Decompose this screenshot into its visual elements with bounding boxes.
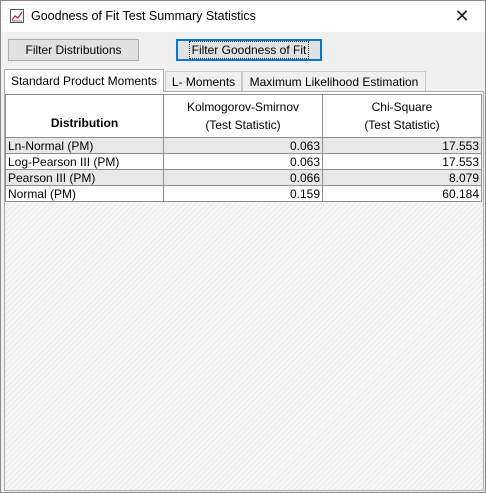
column-header-label: Distribution — [50, 116, 119, 130]
cell-ks-statistic: 0.063 — [163, 137, 323, 154]
column-header-label: Chi-Square — [371, 100, 433, 114]
tab-panel: Distribution Kolmogorov-Smirnov (Test St… — [4, 91, 484, 491]
column-header-label: Kolmogorov-Smirnov — [186, 100, 300, 114]
filter-distributions-label: Filter Distributions — [25, 43, 122, 57]
table-row[interactable]: Pearson III (PM) 0.066 8.079 — [5, 169, 482, 186]
filter-distributions-button[interactable]: Filter Distributions — [8, 39, 139, 61]
cell-chi-square-statistic: 17.553 — [322, 137, 482, 154]
table-viewport[interactable]: Distribution Kolmogorov-Smirnov (Test St… — [5, 94, 483, 490]
cell-distribution: Ln-Normal (PM) — [5, 137, 164, 154]
window-title: Goodness of Fit Test Summary Statistics — [31, 9, 256, 23]
table-row[interactable]: Log-Pearson III (PM) 0.063 17.553 — [5, 153, 482, 170]
filter-goodness-of-fit-button[interactable]: Filter Goodness of Fit — [176, 39, 322, 61]
column-header-distribution[interactable]: Distribution — [5, 94, 164, 138]
column-header-kolmogorov-smirnov[interactable]: Kolmogorov-Smirnov (Test Statistic) — [163, 94, 323, 138]
cell-ks-statistic: 0.066 — [163, 169, 323, 186]
column-header-chi-square[interactable]: Chi-Square (Test Statistic) — [322, 94, 482, 138]
column-header-sublabel: (Test Statistic) — [364, 118, 440, 132]
cell-ks-statistic: 0.063 — [163, 153, 323, 170]
goodness-of-fit-window: Goodness of Fit Test Summary Statistics … — [0, 0, 486, 493]
title-bar[interactable]: Goodness of Fit Test Summary Statistics … — [1, 1, 485, 32]
cell-distribution: Normal (PM) — [5, 185, 164, 202]
cell-chi-square-statistic: 8.079 — [322, 169, 482, 186]
summary-table: Distribution Kolmogorov-Smirnov (Test St… — [5, 94, 482, 202]
tab-maximum-likelihood-estimation[interactable]: Maximum Likelihood Estimation — [242, 71, 426, 91]
column-header-sublabel: (Test Statistic) — [205, 118, 281, 132]
tab-standard-product-moments[interactable]: Standard Product Moments — [4, 69, 164, 92]
cell-ks-statistic: 0.159 — [163, 185, 323, 202]
close-icon[interactable]: ✕ — [439, 1, 485, 32]
chart-app-icon — [10, 9, 24, 23]
table-row[interactable]: Normal (PM) 0.159 60.184 — [5, 185, 482, 202]
filter-goodness-of-fit-label: Filter Goodness of Fit — [188, 41, 310, 59]
table-row[interactable]: Ln-Normal (PM) 0.063 17.553 — [5, 137, 482, 154]
cell-distribution: Pearson III (PM) — [5, 169, 164, 186]
cell-chi-square-statistic: 17.553 — [322, 153, 482, 170]
tab-l-moments[interactable]: L- Moments — [165, 71, 242, 91]
cell-distribution: Log-Pearson III (PM) — [5, 153, 164, 170]
cell-chi-square-statistic: 60.184 — [322, 185, 482, 202]
table-header-row: Distribution Kolmogorov-Smirnov (Test St… — [5, 94, 482, 138]
